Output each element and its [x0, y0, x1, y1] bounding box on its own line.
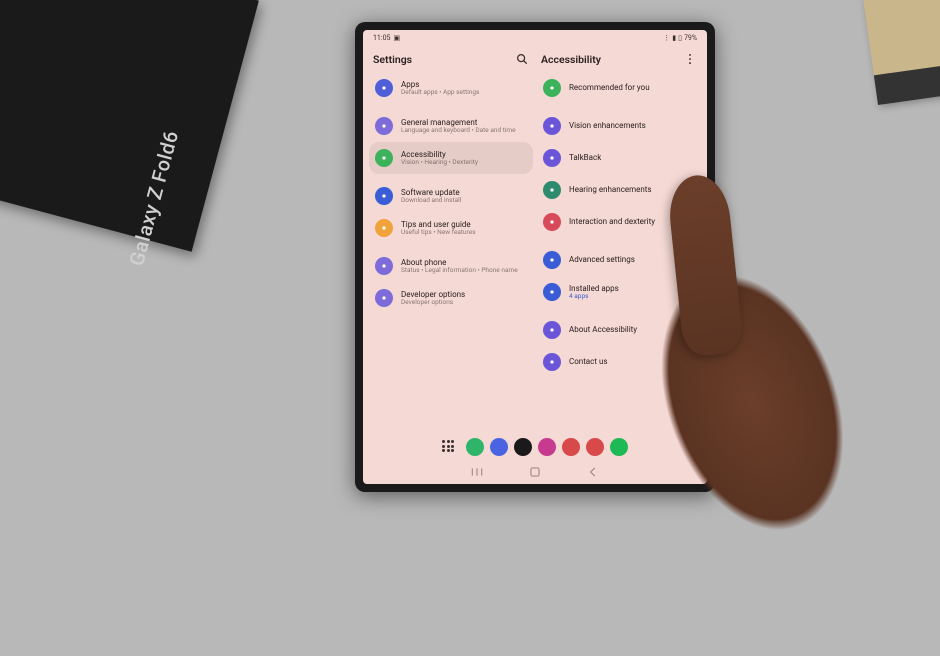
accessibility-item-title: About Accessibility [569, 325, 637, 334]
settings-title: Settings [373, 53, 412, 66]
app-dock [442, 438, 628, 456]
accessibility-item-title: Interaction and dexterity [569, 217, 655, 226]
dock-app-5[interactable] [586, 438, 604, 456]
accessibility-item-contact[interactable]: Contact us [537, 346, 701, 378]
status-battery: 79% [684, 34, 697, 42]
settings-item-software-update[interactable]: Software update Download and install [369, 180, 533, 212]
accessibility-item-title: Vision enhancements [569, 121, 646, 130]
settings-item-developer[interactable]: Developer options Developer options [369, 282, 533, 314]
search-icon[interactable] [515, 52, 529, 66]
settings-item-subtitle: Vision • Hearing • Dexterity [401, 159, 478, 166]
dock-app-0[interactable] [466, 438, 484, 456]
dock-app-1[interactable] [490, 438, 508, 456]
product-box-label: Galaxy Z Fold6 [125, 128, 184, 269]
back-button[interactable] [586, 465, 600, 479]
product-box: Galaxy Z Fold6 [0, 0, 259, 252]
accessibility-item-talkback[interactable]: TalkBack [537, 142, 701, 174]
accessibility-item-recommended[interactable]: Recommended for you [537, 72, 701, 104]
settings-list: Apps Default apps • App settings General… [369, 72, 533, 460]
settings-item-subtitle: Useful tips • New features [401, 229, 476, 236]
settings-pane: Settings Apps Default apps • App setting… [369, 46, 533, 460]
status-bar: 11:05 ▣ ⋮ ▮ ▯ 79% [363, 30, 707, 46]
accessibility-item-installed[interactable]: Installed apps 4 apps [537, 276, 701, 308]
apps-drawer-icon[interactable] [442, 440, 456, 454]
status-indicator-icon: ▣ [393, 34, 400, 42]
signal-icon: ▮ [672, 34, 676, 42]
settings-item-subtitle: Status • Legal information • Phone name [401, 267, 518, 274]
accessibility-item-title: Contact us [569, 357, 607, 366]
accessibility-title: Accessibility [541, 53, 601, 66]
settings-item-accessibility[interactable]: Accessibility Vision • Hearing • Dexteri… [369, 142, 533, 174]
accessibility-item-interaction[interactable]: Interaction and dexterity [537, 206, 701, 238]
background-object [863, 0, 940, 105]
status-time: 11:05 [373, 34, 390, 42]
accessibility-item-about-a11y[interactable]: About Accessibility [537, 314, 701, 346]
settings-item-subtitle: Language and keyboard • Date and time [401, 127, 516, 134]
settings-item-apps[interactable]: Apps Default apps • App settings [369, 72, 533, 104]
settings-item-subtitle: Default apps • App settings [401, 89, 479, 96]
accessibility-pane: Accessibility Recommended for you Vision… [537, 46, 701, 460]
dock-app-6[interactable] [610, 438, 628, 456]
system-navigation [363, 460, 707, 484]
dock-app-4[interactable] [562, 438, 580, 456]
accessibility-item-hearing[interactable]: Hearing enhancements [537, 174, 701, 206]
accessibility-list: Recommended for you Vision enhancements … [537, 72, 701, 460]
accessibility-item-title: Advanced settings [569, 255, 635, 264]
accessibility-item-vision[interactable]: Vision enhancements [537, 110, 701, 142]
accessibility-item-title: Recommended for you [569, 83, 650, 92]
battery-icon: ▯ [678, 34, 682, 42]
more-options-icon[interactable] [683, 52, 697, 66]
accessibility-item-title: TalkBack [569, 153, 601, 162]
accessibility-item-link: 4 apps [569, 293, 619, 300]
screen: 11:05 ▣ ⋮ ▮ ▯ 79% Settings [363, 30, 707, 484]
settings-item-subtitle: Developer options [401, 299, 465, 306]
accessibility-item-advanced[interactable]: Advanced settings [537, 244, 701, 276]
home-button[interactable] [528, 465, 542, 479]
settings-item-subtitle: Download and install [401, 197, 461, 204]
dock-app-3[interactable] [538, 438, 556, 456]
settings-item-tips[interactable]: Tips and user guide Useful tips • New fe… [369, 212, 533, 244]
settings-item-about[interactable]: About phone Status • Legal information •… [369, 250, 533, 282]
recents-button[interactable] [470, 465, 484, 479]
dock-app-2[interactable] [514, 438, 532, 456]
settings-item-general[interactable]: General management Language and keyboard… [369, 110, 533, 142]
tablet-device: 11:05 ▣ ⋮ ▮ ▯ 79% Settings [355, 22, 715, 492]
accessibility-item-title: Hearing enhancements [569, 185, 652, 194]
wifi-icon: ⋮ [663, 34, 670, 42]
